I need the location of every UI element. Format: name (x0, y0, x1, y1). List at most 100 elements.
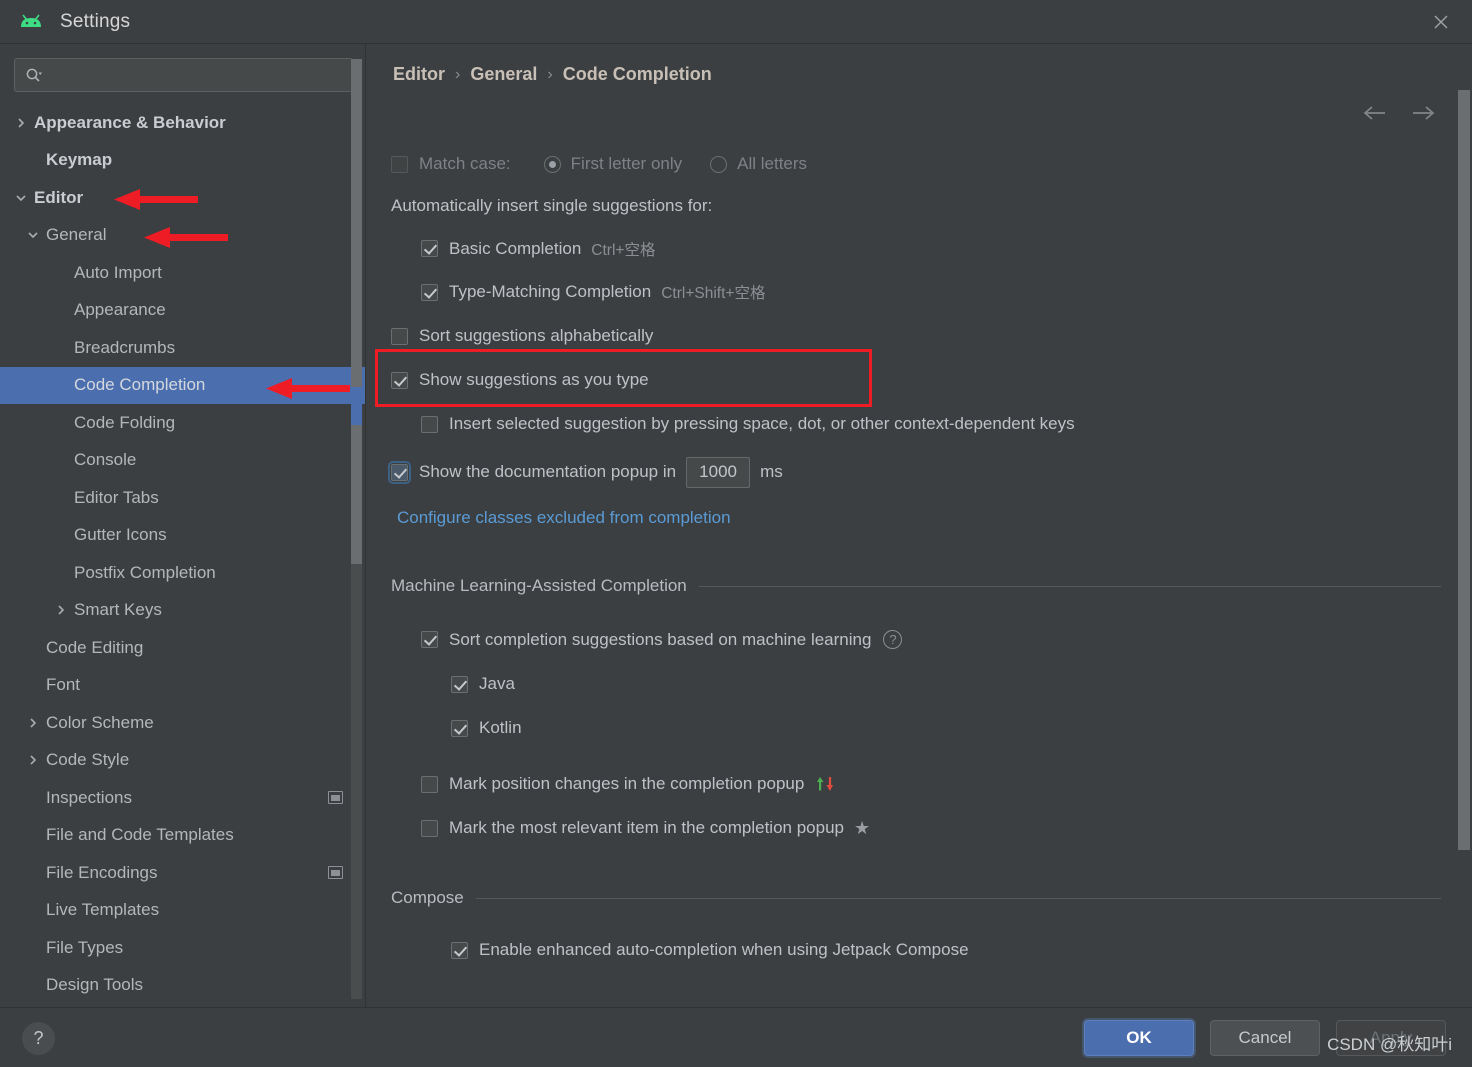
sidebar-item-label: Code Folding (74, 412, 176, 432)
sidebar-item-label: Inspections (46, 787, 132, 807)
sidebar-item-inspections[interactable]: Inspections (0, 779, 365, 817)
first-letter-only-radio[interactable] (543, 155, 561, 173)
ml-section-title: Machine Learning-Assisted Completion (391, 576, 687, 595)
insert-selected-label: Insert selected suggestion by pressing s… (449, 414, 1075, 433)
sidebar-item-postfix-completion[interactable]: Postfix Completion (0, 554, 365, 592)
compose-enable-row[interactable]: Enable enhanced auto-completion when usi… (451, 928, 1441, 972)
sidebar-item-file-and-code-templates[interactable]: File and Code Templates (0, 817, 365, 855)
android-logo-icon (18, 13, 44, 31)
navigation-buttons (1362, 104, 1436, 127)
sidebar-item-console[interactable]: Console (0, 442, 365, 480)
type-matching-completion-label: Type-Matching Completion (449, 282, 652, 301)
basic-completion-row[interactable]: Basic Completion Ctrl+空格 (421, 227, 1441, 270)
chevron-right-icon[interactable] (22, 754, 44, 766)
settings-content: Editor › General › Code Completion Match cas… (367, 44, 1472, 1007)
sidebar-item-code-folding[interactable]: Code Folding (0, 404, 365, 442)
sidebar-item-smart-keys[interactable]: Smart Keys (0, 592, 365, 630)
all-letters-radio[interactable] (710, 155, 728, 173)
sidebar-item-breadcrumbs[interactable]: Breadcrumbs (0, 329, 365, 367)
excluded-link-row: Configure classes excluded from completi… (397, 498, 1441, 538)
sidebar-item-label: Appearance (74, 300, 166, 320)
sidebar-item-label: Code Editing (46, 637, 144, 657)
sidebar-item-code-style[interactable]: Code Style (0, 742, 365, 780)
help-icon[interactable]: ? (883, 630, 903, 649)
sort-alphabetically-row[interactable]: Sort suggestions alphabetically (391, 314, 1441, 358)
type-matching-completion-shortcut: Ctrl+Shift+空格 (661, 285, 766, 302)
sidebar-item-label: Code Completion (74, 375, 206, 395)
search-box[interactable] (14, 58, 353, 92)
ml-java-row[interactable]: Java (451, 662, 1441, 706)
sidebar-item-editor[interactable]: Editor (0, 179, 365, 217)
sidebar-item-label: Font (46, 675, 81, 695)
mark-relevant-checkbox[interactable] (421, 819, 438, 837)
sidebar-item-gutter-icons[interactable]: Gutter Icons (0, 517, 365, 555)
first-letter-only-option[interactable]: First letter only (543, 154, 682, 174)
breadcrumb: Editor › General › Code Completion (393, 64, 712, 85)
basic-completion-checkbox[interactable] (421, 240, 438, 257)
match-case-checkbox[interactable] (391, 155, 408, 173)
help-button[interactable]: ? (22, 1022, 55, 1055)
sidebar-item-font[interactable]: Font (0, 667, 365, 705)
ml-java-checkbox[interactable] (451, 675, 468, 693)
doc-popup-delay-input[interactable]: 1000 (686, 456, 751, 488)
up-down-arrows-icon (814, 775, 838, 793)
type-matching-completion-row[interactable]: Type-Matching Completion Ctrl+Shift+空格 (421, 270, 1441, 314)
sidebar-item-editor-tabs[interactable]: Editor Tabs (0, 479, 365, 517)
search-input[interactable] (43, 66, 352, 84)
insert-selected-checkbox[interactable] (421, 415, 438, 433)
sidebar-item-code-editing[interactable]: Code Editing (0, 629, 365, 667)
breadcrumb-item-editor[interactable]: Editor (393, 64, 445, 85)
mark-position-row[interactable]: Mark position changes in the completion … (421, 762, 1441, 806)
sidebar-item-appearance-behavior[interactable]: Appearance & Behavior (0, 104, 365, 142)
sidebar-item-label: File Encodings (46, 862, 158, 882)
sort-alphabetically-label: Sort suggestions alphabetically (419, 326, 654, 345)
sidebar-item-file-types[interactable]: File Types (0, 929, 365, 967)
configure-excluded-classes-link[interactable]: Configure classes excluded from completi… (397, 508, 731, 528)
chevron-down-icon[interactable] (10, 192, 32, 204)
chevron-right-icon[interactable] (50, 604, 72, 616)
mark-relevant-row[interactable]: Mark the most relevant item in the compl… (421, 806, 1441, 850)
sidebar-item-general[interactable]: General (0, 217, 365, 255)
arrow-right-icon[interactable] (1410, 104, 1436, 127)
sidebar-item-file-encodings[interactable]: File Encodings (0, 854, 365, 892)
show-as-you-type-row[interactable]: Show suggestions as you type (391, 358, 1441, 402)
arrow-left-icon[interactable] (1362, 104, 1388, 127)
cancel-button[interactable]: Cancel (1210, 1020, 1320, 1056)
sidebar-item-code-completion[interactable]: Code Completion (0, 366, 365, 404)
chevron-down-icon[interactable] (22, 229, 44, 241)
doc-popup-row[interactable]: Show the documentation popup in 1000 ms (388, 446, 1441, 498)
ok-button[interactable]: OK (1084, 1020, 1194, 1056)
sort-alphabetically-checkbox[interactable] (391, 327, 408, 345)
chevron-right-icon[interactable] (10, 117, 32, 129)
mark-position-checkbox[interactable] (421, 775, 438, 793)
sort-ml-checkbox[interactable] (421, 631, 438, 648)
settings-dialog: Settings Appearance & Behavior Keymap Ed… (0, 0, 1472, 1067)
ml-kotlin-label: Kotlin (479, 718, 522, 737)
type-matching-completion-checkbox[interactable] (421, 283, 438, 301)
doc-popup-checkbox[interactable] (388, 460, 411, 484)
all-letters-option[interactable]: All letters (710, 154, 807, 174)
sidebar-item-design-tools[interactable]: Design Tools (0, 967, 365, 1005)
breadcrumb-item-general[interactable]: General (470, 64, 537, 85)
close-icon[interactable] (1410, 0, 1472, 43)
content-scrollbar-thumb[interactable] (1458, 90, 1470, 850)
ml-kotlin-checkbox[interactable] (451, 719, 468, 737)
chevron-right-icon[interactable] (22, 717, 44, 729)
sidebar-item-keymap[interactable]: Keymap (0, 142, 365, 180)
code-completion-options: Match case: First letter only All letter… (388, 144, 1441, 972)
sidebar-scrollbar-thumb[interactable] (351, 59, 362, 564)
sidebar-item-label: Console (74, 450, 137, 470)
chevron-right-icon (18, 118, 25, 128)
sort-ml-row[interactable]: Sort completion suggestions based on mac… (421, 617, 1441, 662)
insert-selected-row[interactable]: Insert selected suggestion by pressing s… (421, 402, 1441, 446)
breadcrumb-separator: › (455, 65, 461, 83)
show-as-you-type-checkbox[interactable] (391, 371, 408, 389)
ml-kotlin-row[interactable]: Kotlin (451, 706, 1441, 750)
breadcrumb-item-code-completion[interactable]: Code Completion (563, 64, 712, 85)
sidebar-scrollbar-selection-marker (351, 387, 362, 425)
sidebar-item-live-templates[interactable]: Live Templates (0, 892, 365, 930)
sidebar-item-appearance[interactable]: Appearance (0, 292, 365, 330)
sidebar-item-auto-import[interactable]: Auto Import (0, 254, 365, 292)
sidebar-item-color-scheme[interactable]: Color Scheme (0, 704, 365, 742)
compose-enable-checkbox[interactable] (451, 941, 468, 959)
